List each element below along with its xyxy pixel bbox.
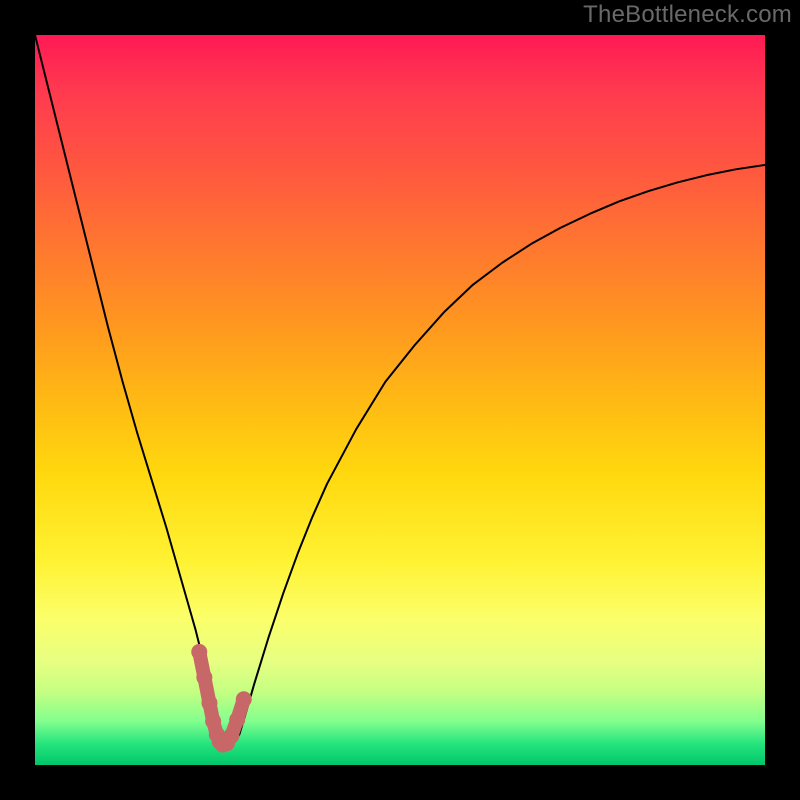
near-optimum-dot bbox=[201, 695, 217, 711]
near-optimum-markers bbox=[191, 644, 252, 753]
curve-layer bbox=[35, 35, 765, 765]
plot-area bbox=[35, 35, 765, 765]
near-optimum-dot bbox=[236, 691, 252, 707]
near-optimum-dot bbox=[229, 712, 245, 728]
near-optimum-dot bbox=[223, 728, 239, 744]
bottleneck-curve bbox=[35, 35, 765, 748]
watermark-text: TheBottleneck.com bbox=[583, 1, 792, 29]
near-optimum-dot bbox=[196, 669, 212, 685]
near-optimum-dot bbox=[191, 644, 207, 660]
outer-frame: TheBottleneck.com bbox=[0, 0, 800, 800]
